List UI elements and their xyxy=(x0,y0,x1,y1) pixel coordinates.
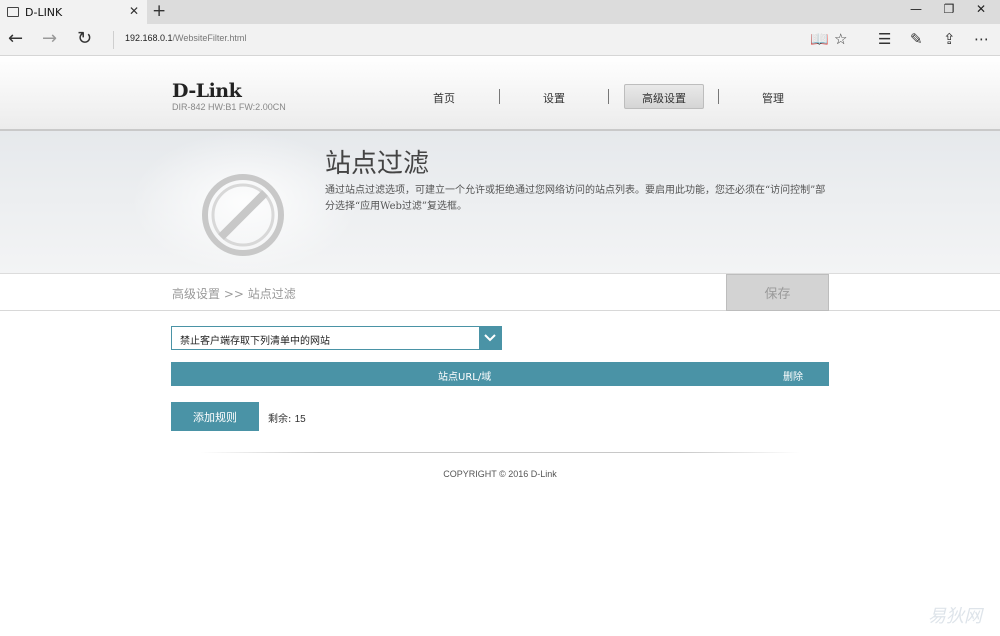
filter-mode-select[interactable]: 禁止客户端存取下列清单中的网站 xyxy=(171,326,502,350)
save-button[interactable]: 保存 xyxy=(726,274,829,311)
browser-tab-bar: D-LINK ✕ + — ❐ ✕ xyxy=(0,0,1000,24)
watermark: 易狄网 xyxy=(928,606,982,627)
url-path: /WebsiteFilter.html xyxy=(172,33,247,43)
breadcrumb: 高级设置 >> 站点过滤 xyxy=(172,287,296,301)
address-separator xyxy=(113,31,114,49)
favicon-icon xyxy=(7,7,19,17)
plus-icon[interactable]: + xyxy=(152,1,166,21)
menu-settings[interactable]: 设置 xyxy=(543,90,565,106)
close-icon[interactable]: ✕ xyxy=(129,4,139,18)
menu-management[interactable]: 管理 xyxy=(762,90,784,106)
remaining-label: 剩余: xyxy=(268,414,292,425)
page-description: 通过站点过滤选项，可建立一个允许或拒绝通过您网络访问的站点列表。要启用此功能，您… xyxy=(325,185,826,212)
remaining-count: 剩余: 15 xyxy=(268,410,306,425)
no-entry-icon xyxy=(202,174,284,256)
browser-tab[interactable]: D-LINK ✕ xyxy=(0,0,147,24)
footer-divider xyxy=(200,452,800,453)
hub-icon[interactable]: ☰ xyxy=(878,30,891,48)
dlink-logo: D-Link xyxy=(172,80,242,102)
filter-mode-value: 禁止客户端存取下列清单中的网站 xyxy=(180,336,330,347)
minimize-icon[interactable]: — xyxy=(901,2,931,16)
share-icon[interactable]: ⇪ xyxy=(943,30,956,48)
add-rule-button[interactable]: 添加规则 xyxy=(171,402,259,431)
address-bar[interactable]: 192.168.0.1/WebsiteFilter.html xyxy=(125,33,246,43)
more-icon[interactable]: ⋯ xyxy=(974,30,989,48)
menu-divider xyxy=(718,89,719,104)
menu-divider xyxy=(608,89,609,104)
browser-nav-bar: ← → ↻ 192.168.0.1/WebsiteFilter.html 📖 ☆… xyxy=(0,24,1000,56)
url-host: 192.168.0.1 xyxy=(125,33,173,43)
breadcrumb-bar: 高级设置 >> 站点过滤 保存 xyxy=(0,274,1000,311)
reading-view-icon[interactable]: 📖 xyxy=(810,30,829,48)
web-note-icon[interactable]: ✎ xyxy=(910,30,923,48)
column-header-delete: 删除 xyxy=(783,372,803,383)
star-icon[interactable]: ☆ xyxy=(834,30,847,48)
copyright: COPYRIGHT © 2016 D-Link xyxy=(443,469,557,479)
forward-icon[interactable]: → xyxy=(42,29,57,49)
rules-table-header: 站点URL/域 删除 xyxy=(171,362,829,386)
menu-divider xyxy=(499,89,500,104)
back-icon[interactable]: ← xyxy=(8,29,23,49)
chevron-down-icon[interactable] xyxy=(479,327,501,349)
router-header: D-Link DIR-842 HW:B1 FW:2.00CN 首页 设置 高级设… xyxy=(0,56,1000,131)
tab-title: D-LINK xyxy=(25,5,63,19)
page-banner: 站点过滤 通过站点过滤选项，可建立一个允许或拒绝通过您网络访问的站点列表。要启用… xyxy=(0,131,1000,274)
page-title: 站点过滤 xyxy=(325,149,430,179)
menu-home[interactable]: 首页 xyxy=(433,90,455,106)
maximize-icon[interactable]: ❐ xyxy=(934,2,964,16)
refresh-icon[interactable]: ↻ xyxy=(77,29,92,49)
column-header-url: 站点URL/域 xyxy=(438,372,492,383)
remaining-value: 15 xyxy=(294,414,306,425)
window-close-icon[interactable]: ✕ xyxy=(966,2,996,16)
menu-advanced-settings[interactable]: 高级设置 xyxy=(642,90,686,106)
device-info: DIR-842 HW:B1 FW:2.00CN xyxy=(172,102,286,112)
